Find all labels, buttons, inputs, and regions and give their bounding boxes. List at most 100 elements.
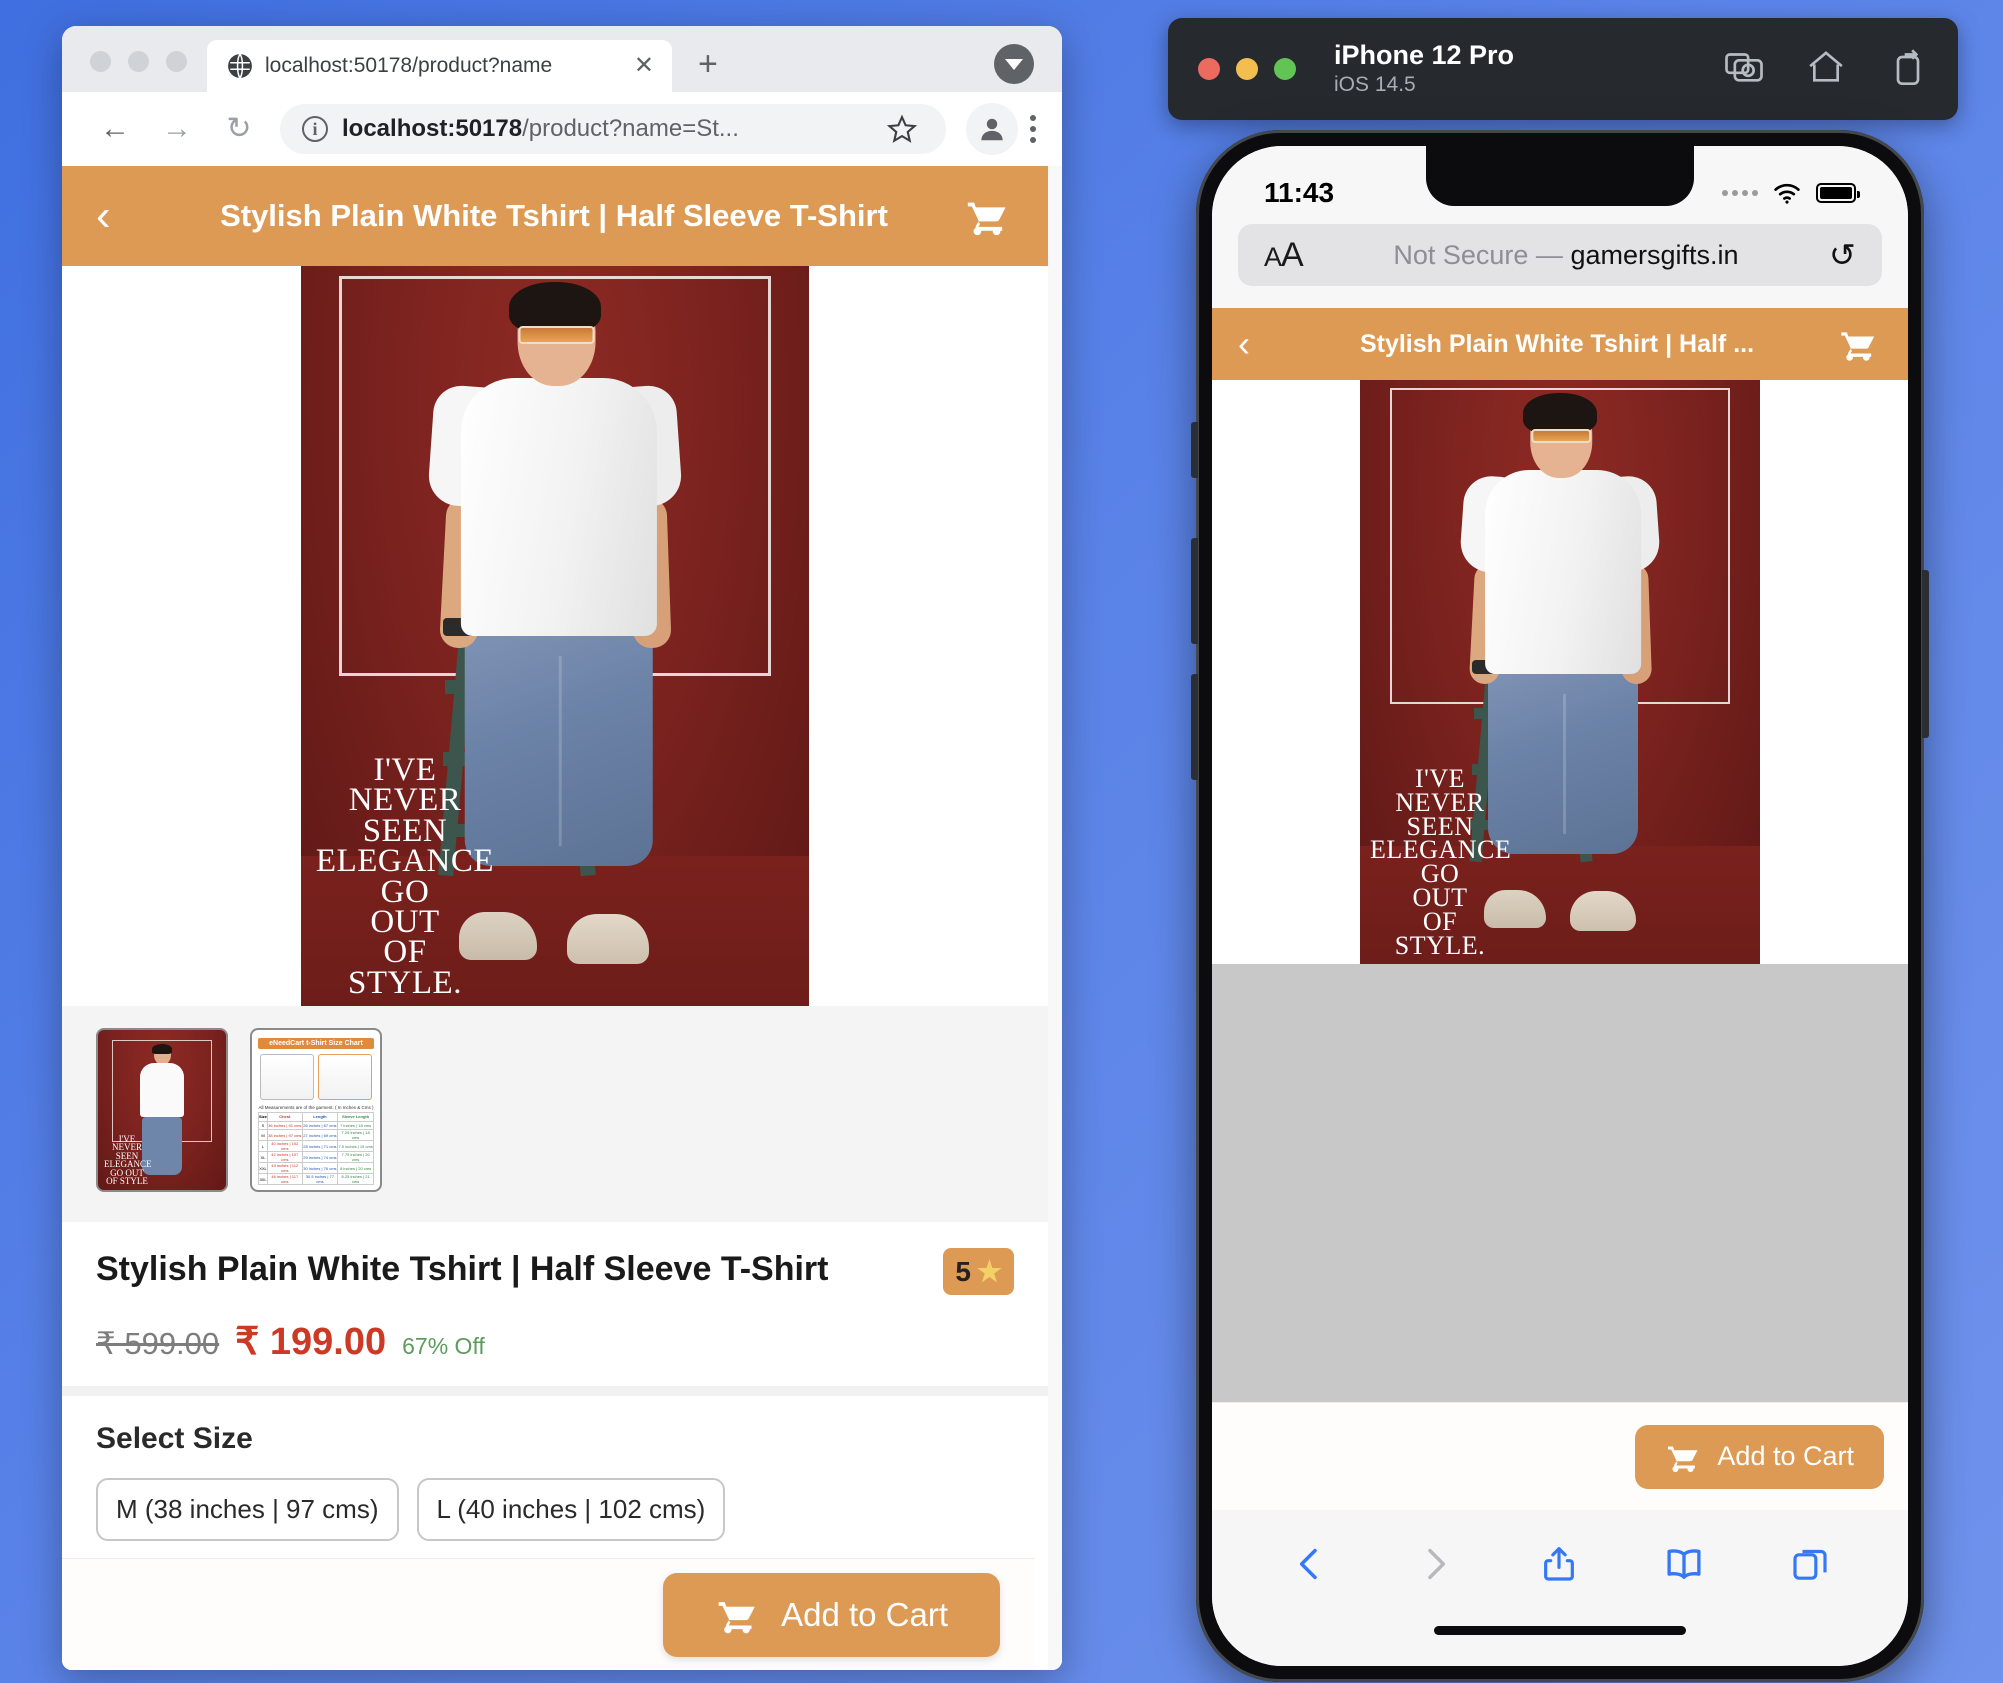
size-chart-diagrams: [260, 1054, 372, 1100]
url-domain: gamersgifts.in: [1570, 239, 1739, 270]
forward-button[interactable]: →: [146, 114, 208, 144]
bookmarks-icon[interactable]: [1663, 1542, 1705, 1591]
mute-switch[interactable]: [1191, 422, 1198, 478]
star-icon: ★: [976, 1256, 1002, 1287]
sticky-cta-bar: Add to Cart: [62, 1558, 1034, 1670]
maximize-window-button[interactable]: [166, 51, 187, 72]
home-indicator-area: [1212, 1622, 1908, 1666]
text-size-button[interactable]: AA: [1264, 236, 1304, 275]
rotate-icon[interactable]: [1888, 47, 1928, 92]
thumb-hair: [152, 1044, 172, 1054]
add-to-cart-button[interactable]: Add to Cart: [663, 1572, 1000, 1657]
th: Sleeve Length: [337, 1112, 374, 1122]
address-bar-text: localhost:50178/product?name=St...: [342, 115, 862, 143]
site-info-icon[interactable]: i: [302, 116, 328, 142]
mobile-add-to-cart-button[interactable]: Add to Cart: [1635, 1424, 1884, 1489]
browser-tab[interactable]: localhost:50178/product?name ✕: [207, 40, 672, 92]
table-row: XXL 44 inches | 112 cms 30 inches | 76 cms…: [257, 1162, 374, 1174]
td: 30.5 inches | 77 cms: [301, 1173, 339, 1185]
safari-url-text: Not Secure — gamersgifts.in: [1303, 240, 1829, 271]
cart-icon: [718, 1601, 755, 1633]
table-row: L 40 inches | 102 cms 28 inches | 71 cms 7.…: [257, 1140, 374, 1152]
close-window-button[interactable]: [1198, 58, 1220, 80]
home-icon[interactable]: [1806, 47, 1846, 92]
td: 8.25 inches | 21 cms: [337, 1173, 374, 1185]
thumb-shirt: [140, 1063, 184, 1117]
jeans: [1488, 664, 1638, 854]
mobile-product-photo: I'VE NEVER SEEN ELEGANCE GO OUT OF STYLE…: [1360, 380, 1760, 964]
td: 7.5 inches | 19 cms: [337, 1140, 374, 1152]
mobile-product-hero-image[interactable]: I'VE NEVER SEEN ELEGANCE GO OUT OF STYLE…: [1212, 380, 1908, 964]
td: 7.75 inches | 20 cms: [337, 1151, 374, 1163]
th: Length: [301, 1112, 339, 1122]
table-row: XL 42 inches | 107 cms 29 inches | 74 cms 7…: [257, 1151, 374, 1163]
bookmark-star-icon[interactable]: [876, 114, 928, 144]
cart-icon: [1668, 1446, 1698, 1472]
table-row: M 38 inches | 97 cms 27 inches | 69 cms 7.2…: [257, 1129, 374, 1141]
close-window-button[interactable]: [90, 51, 111, 72]
table-row: S 36 inches | 91 cms 26 inches | 67 cms 7 i…: [257, 1120, 374, 1130]
td: 36 inches | 91 cms: [267, 1120, 303, 1130]
size-chart-thumbnail[interactable]: eNeedCart t-Shirt Size Chart All Measure…: [250, 1028, 382, 1192]
td: S: [257, 1120, 269, 1130]
status-badge: 5 ★: [943, 1248, 1014, 1295]
td: 8 inches | 20 cms: [337, 1162, 374, 1174]
window-controls[interactable]: [62, 51, 207, 92]
maximize-window-button[interactable]: [1274, 58, 1296, 80]
thumbnail-strip: I'VE NEVER SEEN ELEGANCE GO OUT OF STYLE…: [62, 1006, 1048, 1222]
shoe-right: [567, 914, 649, 964]
simulator-window-controls[interactable]: [1198, 58, 1296, 80]
browser-menu-button[interactable]: [1030, 115, 1036, 143]
sunglasses: [1531, 429, 1592, 443]
share-icon[interactable]: [1539, 1542, 1579, 1591]
reload-button[interactable]: ↻: [208, 114, 270, 144]
td: 30 inches | 76 cms: [301, 1162, 339, 1174]
td: 26 inches | 67 cms: [301, 1120, 339, 1130]
size-chart-note: All Measurements are of the garment. ( I…: [258, 1105, 374, 1110]
td: L: [257, 1140, 269, 1152]
globe-icon: [228, 53, 252, 79]
white-tshirt: [460, 378, 657, 636]
table-row: Size Chest Length Sleeve Length: [257, 1112, 374, 1122]
volume-down-button[interactable]: [1191, 674, 1198, 780]
size-options: M (38 inches | 97 cms) L (40 inches | 10…: [96, 1478, 1014, 1541]
tab-search-dropdown-button[interactable]: [994, 44, 1034, 84]
minimize-window-button[interactable]: [1236, 58, 1258, 80]
tabs-icon[interactable]: [1790, 1542, 1830, 1591]
safari-address-field[interactable]: AA Not Secure — gamersgifts.in ↻: [1238, 224, 1882, 286]
back-button[interactable]: ←: [84, 114, 146, 144]
site-back-button[interactable]: ‹: [96, 194, 148, 238]
price-row: ₹ 599.00 ₹ 199.00 67% Off: [96, 1319, 1014, 1364]
address-bar[interactable]: i localhost:50178/product?name=St...: [280, 104, 946, 154]
profile-avatar[interactable]: [966, 103, 1018, 155]
minimize-window-button[interactable]: [128, 51, 149, 72]
td: 28 inches | 71 cms: [301, 1140, 339, 1152]
td: M: [257, 1129, 269, 1141]
url-host: localhost:50178: [342, 115, 523, 142]
th: Chest: [267, 1112, 303, 1122]
page-scrollbar[interactable]: [1048, 166, 1062, 1670]
close-tab-button[interactable]: ✕: [630, 54, 658, 78]
safari-url-bar: AA Not Secure — gamersgifts.in ↻: [1212, 224, 1908, 308]
reload-icon[interactable]: ↻: [1829, 236, 1856, 274]
screenshot-icon[interactable]: [1724, 47, 1764, 92]
quote-line: GO: [380, 873, 430, 910]
ios-simulator: iPhone 12 Pro iOS 14.5 11:43 AA Not Secu…: [1168, 18, 1958, 1682]
new-tab-button[interactable]: +: [672, 45, 718, 92]
mobile-back-button[interactable]: ‹: [1238, 323, 1280, 365]
size-option-l[interactable]: L (40 inches | 102 cms): [416, 1478, 726, 1541]
status-time: 11:43: [1264, 177, 1335, 208]
size-option-m[interactable]: M (38 inches | 97 cms): [96, 1478, 399, 1541]
cart-icon[interactable]: [960, 193, 1014, 239]
page-viewport: ‹ Stylish Plain White Tshirt | Half Slee…: [62, 166, 1062, 1670]
site-header: ‹ Stylish Plain White Tshirt | Half Slee…: [62, 166, 1048, 266]
product-hero-image[interactable]: I'VE NEVER SEEN ELEGANCE GO OUT OF STYLE…: [62, 266, 1048, 1006]
power-button[interactable]: [1922, 570, 1929, 738]
volume-up-button[interactable]: [1191, 538, 1198, 644]
td: 38 inches | 97 cms: [267, 1129, 303, 1141]
back-chevron-icon[interactable]: [1290, 1542, 1330, 1591]
cart-icon[interactable]: [1834, 324, 1882, 364]
home-indicator[interactable]: [1434, 1626, 1686, 1635]
td: 44 inches | 112 cms: [267, 1162, 303, 1174]
product-photo-thumbnail[interactable]: I'VE NEVER SEEN ELEGANCE GO OUT OF STYLE: [96, 1028, 228, 1192]
